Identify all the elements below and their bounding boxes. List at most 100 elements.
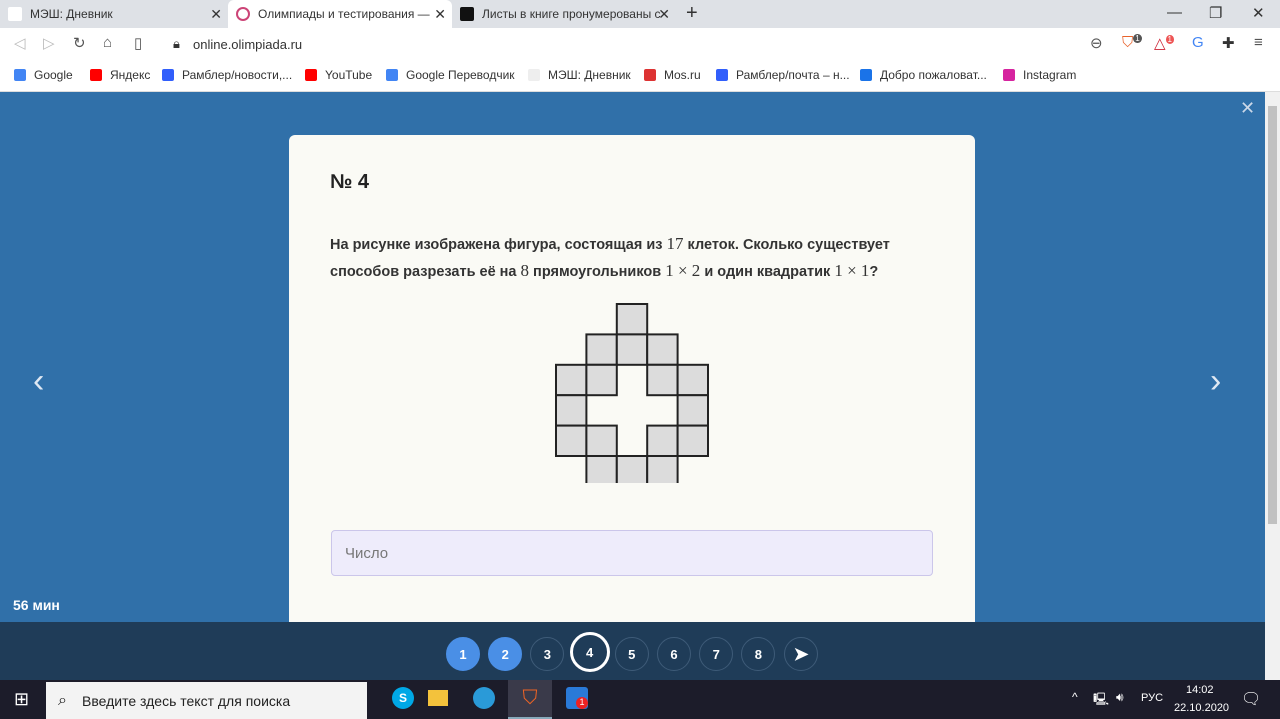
prev-task-arrow[interactable]: ‹ xyxy=(33,362,44,401)
bookmark-favicon xyxy=(860,69,872,81)
close-tab-icon[interactable]: ✕ xyxy=(434,6,446,23)
figure-cell xyxy=(676,363,709,397)
olimpiada-icon xyxy=(236,7,250,21)
bookmark-label: Рамблер/почта – н... xyxy=(736,68,850,82)
bookmark-item[interactable]: Яндекс xyxy=(90,68,150,82)
bookmark-favicon xyxy=(1003,69,1015,81)
answer-input[interactable]: Число xyxy=(331,530,933,576)
task-text: На рисунке изображена фигура, состоящая … xyxy=(330,234,890,280)
page-button-4[interactable]: 4 xyxy=(569,632,610,672)
search-icon: ⌕ xyxy=(58,691,67,709)
bookmark-favicon xyxy=(528,69,540,81)
tab-mesh[interactable]: МЭШ: Дневник ✕ xyxy=(0,0,228,28)
new-tab-button[interactable]: + xyxy=(686,2,698,25)
bookmark-label: Mos.ru xyxy=(664,68,701,82)
address-bar[interactable]: 🔒︎ online.olimpiada.ru xyxy=(165,31,1117,57)
bookmark-favicon xyxy=(162,69,174,81)
edge-icon[interactable] xyxy=(473,687,495,709)
bookmarks-bar: Google Яндекс Рамблер/новости,... YouTube Go… xyxy=(0,60,1280,92)
bookmark-item[interactable]: Рамблер/почта – н... xyxy=(716,68,850,82)
taskbar-search[interactable]: ⌕ Введите здесь текст для поиска xyxy=(46,682,367,719)
translate-icon[interactable]: G xyxy=(1192,34,1204,51)
task-number: № 4 xyxy=(330,171,369,193)
figure-cell xyxy=(646,333,679,366)
scrollbar-thumb[interactable] xyxy=(1268,106,1277,524)
windows-start-icon[interactable]: ⊞ xyxy=(14,689,29,710)
bookmark-favicon xyxy=(644,69,656,81)
figure-cell xyxy=(555,394,588,427)
figure-17-cells xyxy=(555,303,709,483)
close-window-button[interactable]: ✕ xyxy=(1252,4,1265,22)
search-placeholder: Введите здесь текст для поиска xyxy=(82,692,291,709)
close-tab-icon[interactable]: ✕ xyxy=(210,6,222,23)
language-indicator[interactable]: РУС xyxy=(1141,692,1163,704)
bookmark-item[interactable]: YouTube xyxy=(305,68,372,82)
next-task-arrow[interactable]: › xyxy=(1210,362,1221,401)
figure-cell xyxy=(615,333,649,366)
brave-shields-icon[interactable]: ⛉ 1 xyxy=(1122,34,1142,51)
brave-rewards-icon[interactable]: △ 1 xyxy=(1154,34,1174,52)
extensions-icon[interactable]: ✚ xyxy=(1222,34,1235,52)
minimize-button[interactable]: — xyxy=(1167,4,1182,21)
tray-expand-icon[interactable]: ^ xyxy=(1072,690,1078,704)
bookmark-item[interactable]: Mos.ru xyxy=(644,68,701,82)
reload-icon[interactable]: ↻ xyxy=(73,34,86,52)
close-tab-icon[interactable]: ✕ xyxy=(658,6,670,23)
clock-date[interactable]: 22.10.2020 xyxy=(1174,702,1229,714)
figure-cell xyxy=(676,394,709,427)
close-test-icon[interactable]: ✕ xyxy=(1240,98,1255,119)
submit-button[interactable]: ➤ xyxy=(784,637,818,671)
zoom-icon[interactable]: ⊖ xyxy=(1090,34,1103,52)
figure-cell xyxy=(555,363,588,397)
notifications-icon[interactable]: 🗨︎ xyxy=(1241,689,1261,709)
brave-taskbar-icon[interactable]: ⛉ xyxy=(508,680,552,719)
bookmark-item[interactable]: Instagram xyxy=(1003,68,1076,82)
figure-cell xyxy=(585,333,618,366)
bookmark-label: Яндекс xyxy=(110,68,151,82)
figure-cell xyxy=(646,424,679,457)
bookmark-favicon xyxy=(90,69,102,81)
tab-znanija[interactable]: Листы в книге пронумерованы с ✕ xyxy=(452,0,676,28)
tab-title: МЭШ: Дневник xyxy=(30,7,113,21)
bookmark-icon[interactable]: ▯ xyxy=(134,34,142,52)
menu-icon[interactable]: ≡ xyxy=(1254,34,1263,51)
bookmark-label: Instagram xyxy=(1023,68,1077,82)
edge-window-icon[interactable]: 1 xyxy=(566,687,588,709)
page-button-5[interactable]: 5 xyxy=(614,637,649,671)
page-button-7[interactable]: 7 xyxy=(699,637,734,671)
restore-button[interactable]: ❐ xyxy=(1209,4,1222,22)
page-button-6[interactable]: 6 xyxy=(657,637,691,671)
bookmark-item[interactable]: Добро пожаловат... xyxy=(860,68,987,82)
forward-icon[interactable]: ▷ xyxy=(43,34,55,52)
scrollbar[interactable] xyxy=(1265,92,1280,680)
bookmark-item[interactable]: Google Переводчик xyxy=(386,68,515,82)
bookmark-label: МЭШ: Дневник xyxy=(548,68,631,82)
network-icon[interactable]: 🖳︎ xyxy=(1093,690,1109,711)
bookmark-favicon xyxy=(14,69,26,81)
figure-cell xyxy=(615,303,649,336)
bookmark-item[interactable]: Рамблер/новости,... xyxy=(162,68,292,82)
clock-time[interactable]: 14:02 xyxy=(1186,684,1214,696)
figure-cell xyxy=(555,424,588,457)
bookmark-favicon xyxy=(386,69,398,81)
figure-cell xyxy=(646,455,679,483)
figure-cell xyxy=(585,363,618,397)
back-icon[interactable]: ◁ xyxy=(14,34,26,52)
skype-icon[interactable]: S xyxy=(392,687,414,709)
home-icon[interactable]: ⌂ xyxy=(103,34,112,51)
bookmark-label: Google xyxy=(34,68,73,82)
page-button-2[interactable]: 2 xyxy=(488,637,523,671)
bookmark-item[interactable]: Google xyxy=(14,68,73,82)
figure-cell xyxy=(646,363,679,397)
bookmark-favicon xyxy=(716,69,728,81)
timer: 56 мин xyxy=(13,597,60,613)
file-explorer-icon[interactable] xyxy=(428,690,448,706)
page-button-1[interactable]: 1 xyxy=(446,637,480,671)
znanija-icon xyxy=(460,7,474,21)
url-text: online.olimpiada.ru xyxy=(193,36,303,52)
tab-olimpiada[interactable]: Олимпиады и тестирования — Ц ✕ xyxy=(228,0,452,28)
figure-cell xyxy=(615,455,649,483)
volume-icon[interactable]: 🔊︎ xyxy=(1116,690,1124,705)
lock-icon: 🔒︎ xyxy=(173,36,180,51)
bookmark-item[interactable]: МЭШ: Дневник xyxy=(528,68,631,82)
